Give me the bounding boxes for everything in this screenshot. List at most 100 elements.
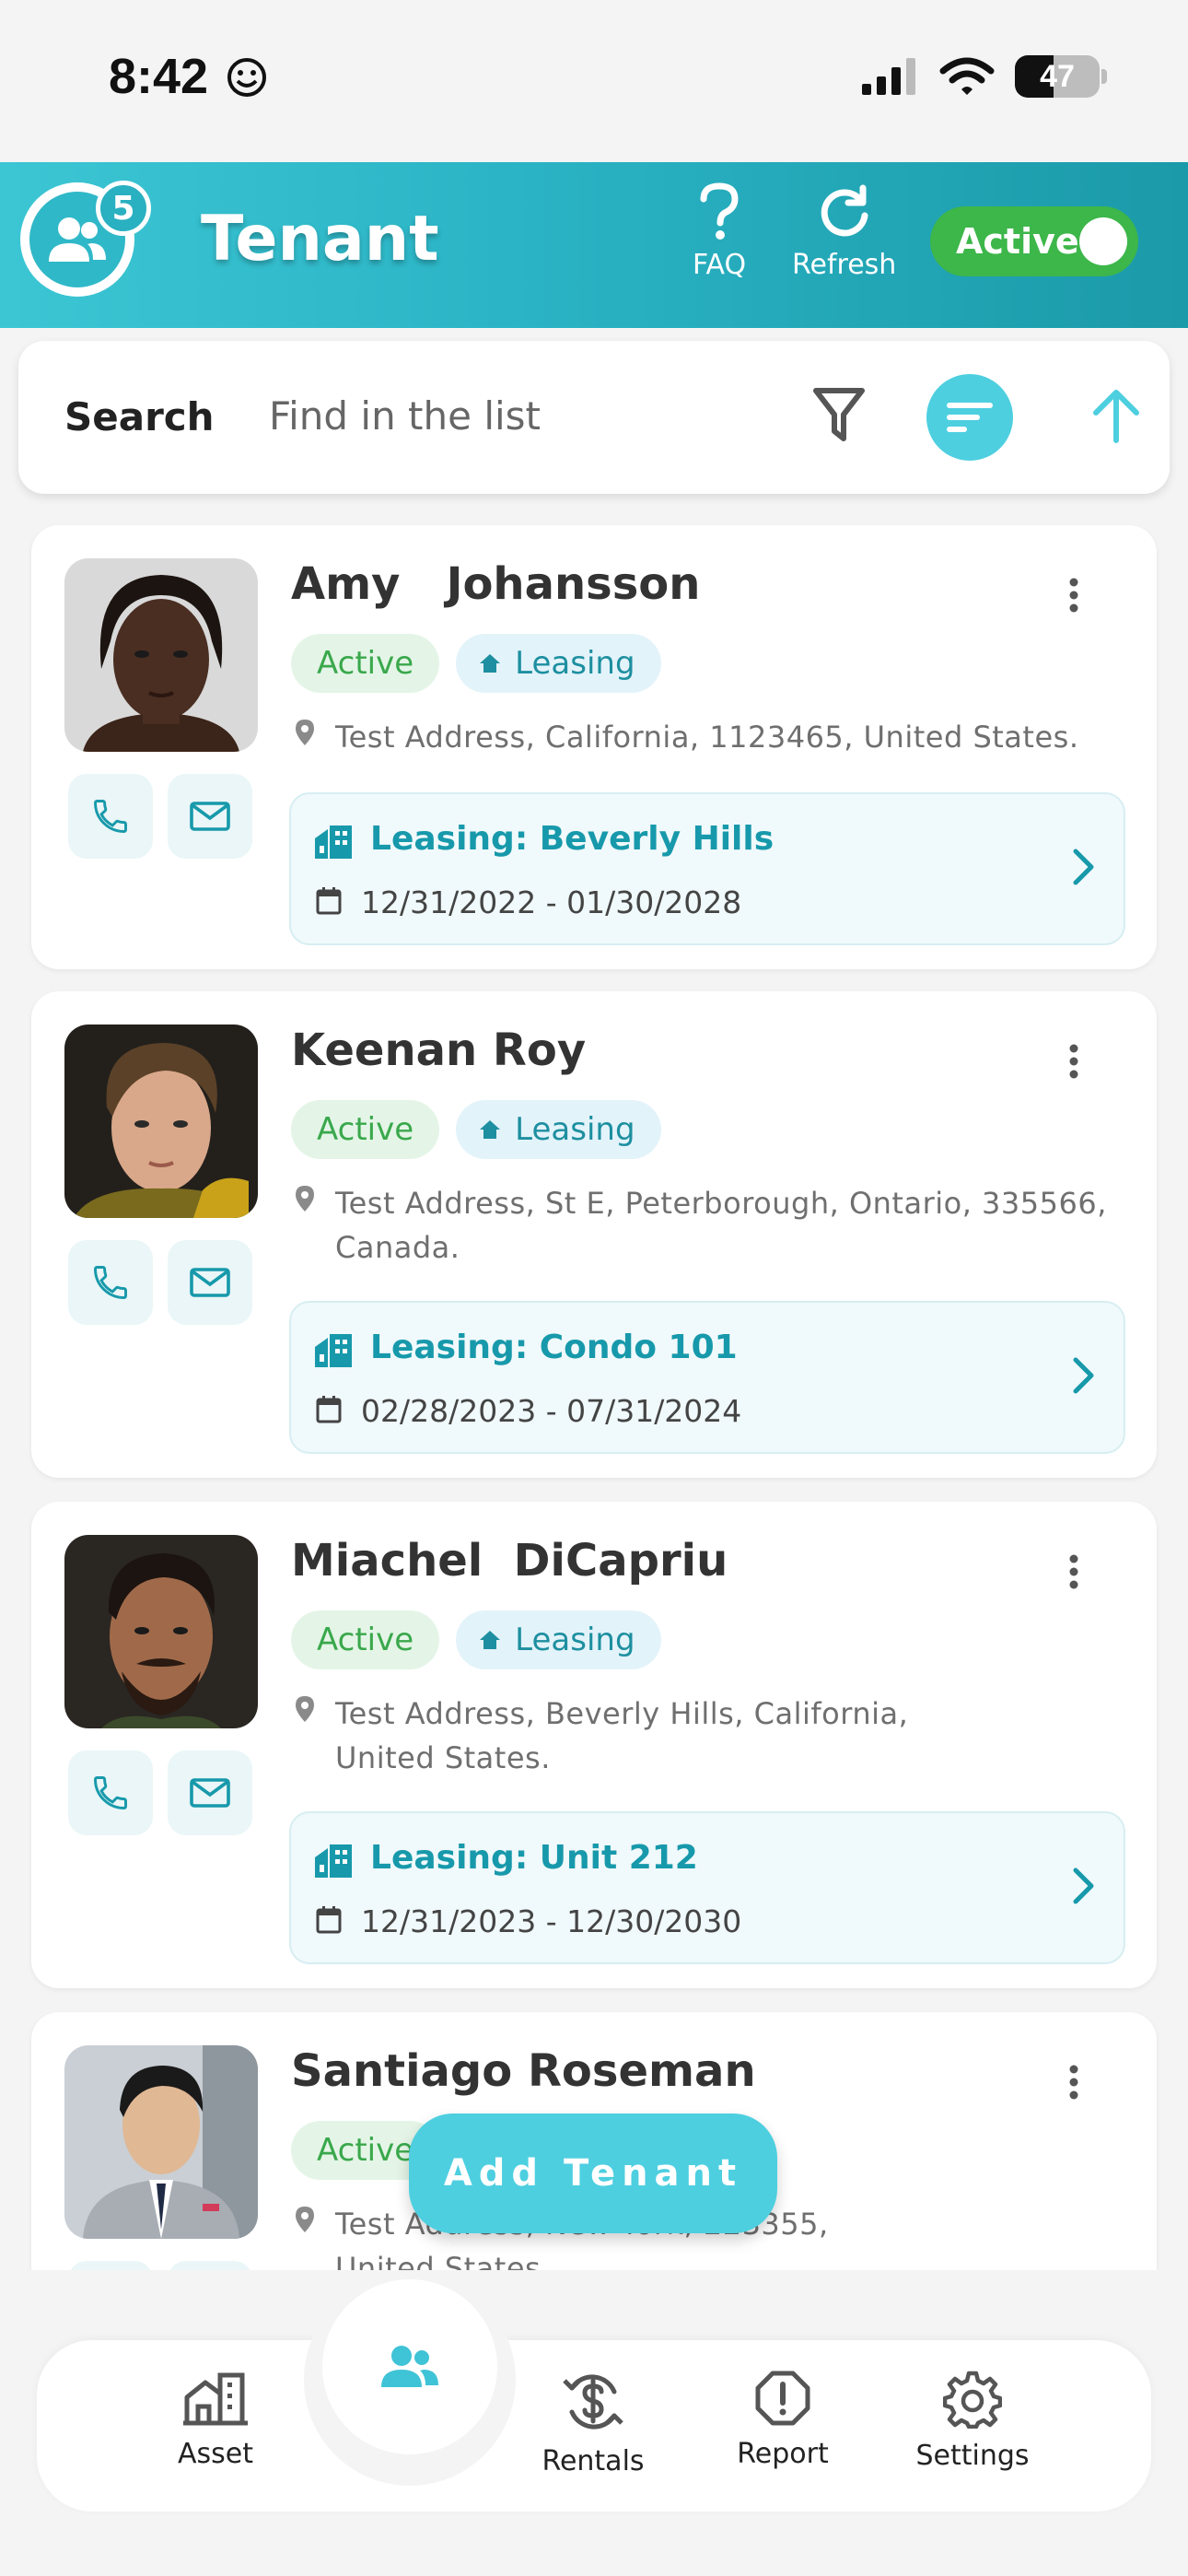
more-options-icon[interactable] [1065, 1043, 1083, 1080]
tenant-address: Test Address, Beverly Hills, California,… [291, 1692, 936, 1780]
calendar-icon [316, 1906, 342, 1934]
location-pin-icon [296, 2207, 314, 2232]
wifi-icon [939, 57, 995, 95]
chevron-right-icon [1073, 1868, 1094, 1904]
status-badge: Active [291, 1100, 440, 1159]
location-pin-icon [296, 1186, 314, 1212]
page-title: Tenant [201, 203, 439, 275]
add-tenant-button[interactable]: Add Tenant [409, 2113, 777, 2233]
lease-title: Leasing: Condo 101 [370, 1329, 738, 1366]
home-icon [480, 1631, 501, 1649]
status-bar: 8:42 47 [0, 0, 1188, 162]
notification-badge: 5 [96, 181, 151, 236]
nav-tenant-button[interactable] [322, 2279, 497, 2454]
status-icons: 47 [860, 55, 1107, 98]
home-icon [480, 654, 501, 673]
gear-icon [943, 2371, 1002, 2429]
tenant-name: Miachel DiCapriu [291, 1535, 728, 1587]
more-options-icon[interactable] [1065, 1553, 1083, 1590]
refresh-icon [821, 184, 868, 237]
lease-title: Leasing: Beverly Hills [370, 820, 775, 858]
battery-icon: 47 [1015, 55, 1100, 98]
filter-icon [813, 388, 865, 441]
lease-dates: 02/28/2023 - 07/31/2024 [361, 1393, 742, 1429]
cellular-signal-icon [862, 58, 915, 95]
search-bar: Search [18, 341, 1170, 494]
building-icon [315, 825, 352, 859]
type-badge: Leasing [456, 1100, 661, 1159]
sort-ascending-button[interactable] [1090, 385, 1142, 448]
search-label: Search [64, 394, 215, 439]
location-pin-icon [296, 720, 314, 745]
tenant-photo [64, 1025, 258, 1218]
smiley-icon [227, 58, 267, 97]
tenant-name: Santiago Roseman [291, 2045, 756, 2097]
call-button[interactable] [68, 1751, 153, 1835]
lease-title: Leasing: Unit 212 [370, 1839, 698, 1877]
phone-icon [94, 800, 127, 833]
calendar-icon [316, 1396, 342, 1423]
tenant-address: Test Address, St E, Peterborough, Ontari… [291, 1181, 1138, 1270]
call-button[interactable] [68, 2261, 153, 2270]
call-button[interactable] [68, 1240, 153, 1325]
lease-info[interactable]: Leasing: Beverly Hills 12/31/2022 - 01/3… [289, 792, 1125, 945]
refresh-button[interactable]: Refresh [792, 182, 896, 281]
users-icon [381, 2346, 438, 2387]
active-toggle[interactable]: Active [930, 206, 1138, 276]
mail-icon [190, 1778, 230, 1808]
faq-button[interactable]: FAQ [693, 182, 746, 281]
chevron-right-icon [1073, 849, 1094, 885]
app-header: 5 Tenant FAQ Refresh Active [0, 162, 1188, 328]
status-time: 8:42 [109, 48, 268, 105]
question-mark-icon [700, 182, 739, 240]
tenant-photo [64, 2045, 258, 2239]
sort-button[interactable] [926, 374, 1013, 461]
alert-octagon-icon [755, 2371, 810, 2426]
email-button[interactable] [168, 1240, 252, 1325]
toggle-knob [1079, 217, 1127, 265]
mail-icon [190, 1268, 230, 1297]
lease-dates: 12/31/2022 - 01/30/2028 [361, 884, 742, 920]
lease-dates: 12/31/2023 - 12/30/2030 [361, 1903, 742, 1939]
status-badge: Active [291, 634, 440, 693]
tenant-photo [64, 558, 258, 752]
more-options-icon[interactable] [1065, 2064, 1083, 2101]
email-button[interactable] [168, 1751, 252, 1835]
status-badge: Active [291, 1610, 440, 1669]
building-icon [315, 1334, 352, 1367]
email-button[interactable] [168, 2261, 252, 2270]
building-icon [315, 1844, 352, 1878]
nav-settings[interactable]: Settings [890, 2370, 1055, 2472]
nav-rentals[interactable]: Rentals [510, 2370, 676, 2477]
location-pin-icon [296, 1696, 314, 1722]
calendar-icon [316, 887, 342, 915]
tenant-name: Amy Johansson [291, 558, 701, 610]
more-options-icon[interactable] [1065, 577, 1083, 614]
mail-icon [190, 802, 230, 831]
tenant-address: Test Address, California, 1123465, Unite… [291, 715, 1138, 759]
phone-icon [94, 1266, 127, 1299]
type-badge: Leasing [456, 1610, 661, 1669]
search-input[interactable] [269, 383, 785, 448]
call-button[interactable] [68, 774, 153, 859]
arrow-up-icon [1093, 390, 1139, 443]
phone-icon [94, 1776, 127, 1809]
type-badge: Leasing [456, 634, 661, 693]
email-button[interactable] [168, 774, 252, 859]
chevron-right-icon [1073, 1357, 1094, 1394]
tenant-photo [64, 1535, 258, 1728]
nav-asset[interactable]: Asset [133, 2370, 298, 2470]
nav-report[interactable]: Report [700, 2370, 866, 2470]
home-icon [480, 1120, 501, 1139]
building-icon [183, 2372, 248, 2426]
tenant-list: Amy Johansson Active Leasing Test Addres… [0, 516, 1188, 2270]
lease-info[interactable]: Leasing: Condo 101 02/28/2023 - 07/31/20… [289, 1301, 1125, 1454]
lease-info[interactable]: Leasing: Unit 212 12/31/2023 - 12/30/203… [289, 1811, 1125, 1964]
filter-button[interactable] [812, 385, 866, 448]
tenant-name: Keenan Roy [291, 1025, 587, 1076]
sort-lines-icon [947, 403, 993, 432]
tenant-card[interactable]: Keenan Roy Active Leasing Test Address, … [31, 991, 1157, 1478]
dollar-cycle-icon [563, 2374, 623, 2430]
tenant-card[interactable]: Miachel DiCapriu Active Leasing Test Add… [31, 1502, 1157, 1988]
tenant-card[interactable]: Amy Johansson Active Leasing Test Addres… [31, 525, 1157, 969]
